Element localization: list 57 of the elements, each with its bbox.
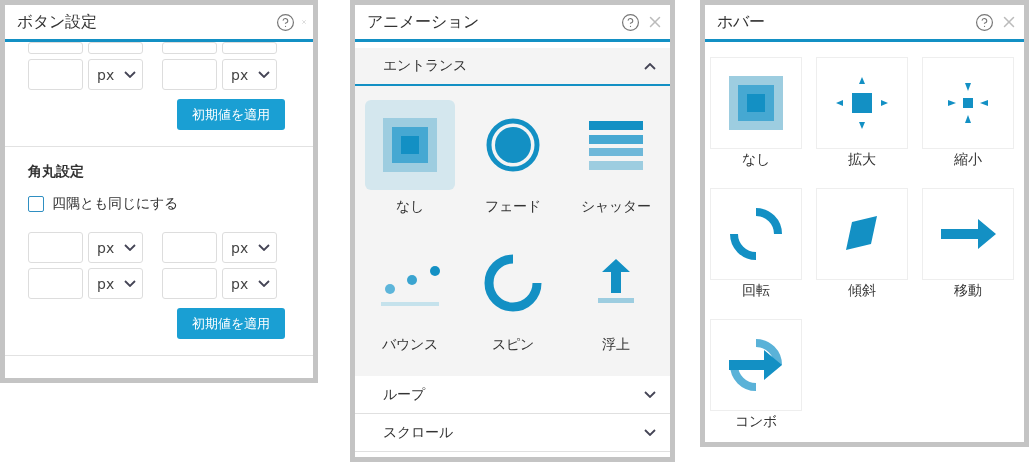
checkbox[interactable] [28,196,44,212]
option-label: コンボ [735,413,777,431]
option-label: 移動 [954,282,982,300]
help-icon[interactable] [621,12,640,32]
hover-option[interactable] [710,319,802,411]
unit-select[interactable]: px [222,232,277,263]
animation-option[interactable] [364,100,455,190]
number-field[interactable] [28,268,83,299]
panel-title: ホバー [717,11,766,33]
hover-option[interactable] [710,188,802,280]
chevron-down-icon [124,244,136,251]
panel-title: アニメーション [367,11,480,33]
accordion-header[interactable]: ループ [355,376,670,414]
option-label: 傾斜 [848,282,876,300]
accordion-header[interactable]: スクロール [355,414,670,452]
option-label: フェード [484,198,541,216]
unit-select[interactable]: px [88,268,143,299]
unit-select[interactable]: px [222,59,277,90]
unit-select[interactable]: px [88,232,143,263]
chevron-down-icon [124,280,136,287]
number-field[interactable] [28,232,83,263]
chevron-down-icon [258,244,270,251]
hover-option[interactable] [816,188,908,280]
chevron-down-icon [644,429,656,436]
unit-select[interactable]: px [88,59,143,90]
checkbox-label: 四隅とも同じにする [52,195,178,213]
option-label: 回転 [742,282,770,300]
help-icon[interactable] [276,12,295,32]
hover-option[interactable] [922,188,1014,280]
hover-option[interactable] [922,57,1014,149]
number-field[interactable] [162,59,217,90]
option-label: なし [395,198,424,216]
spinner-icon [482,253,543,313]
chevron-down-icon [124,71,136,78]
chevron-down-icon [644,391,656,398]
unit-select[interactable]: px [222,268,277,299]
chevron-up-icon [644,62,656,70]
nested-squares-icon [726,73,786,133]
option-label: 縮小 [954,151,982,169]
option-label: スピン [491,336,534,354]
chevron-down-icon [258,71,270,78]
panel-title: ボタン設定 [17,11,98,33]
chevron-down-icon [258,280,270,287]
number-field[interactable] [28,59,83,90]
number-field[interactable] [162,232,217,263]
number-field[interactable] [162,268,217,299]
option-label: なし [742,151,770,169]
option-label: バウンス [381,336,438,354]
option-label: シャッター [580,198,651,216]
hover-option[interactable] [710,57,802,149]
section-heading: 角丸設定 [28,163,84,181]
number-field[interactable] [28,42,83,54]
option-label: 浮上 [601,336,630,354]
hover-option[interactable] [816,57,908,149]
number-field[interactable] [162,42,217,54]
option-label: 拡大 [848,151,876,169]
help-icon[interactable] [975,12,994,32]
